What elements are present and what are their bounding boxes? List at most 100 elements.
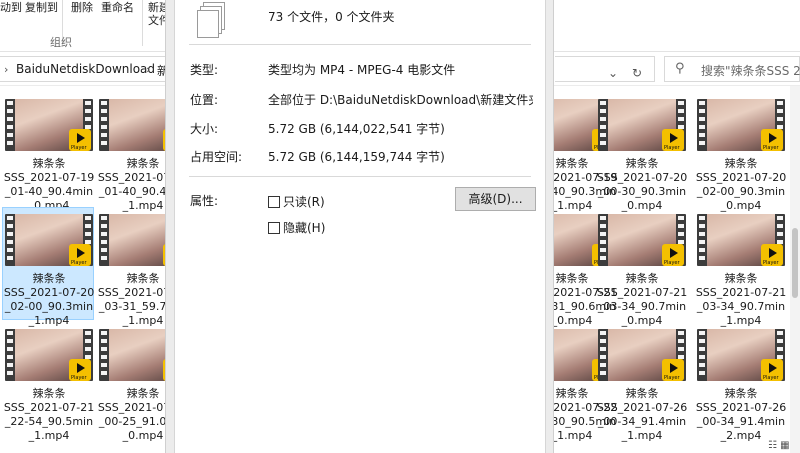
disk-size-label: 占用空间: (190, 150, 243, 164)
file-title: 辣条条 (555, 387, 589, 400)
player-icon (761, 359, 783, 381)
file-name: 辣条条 SSS_2021-07-21_03-34_90.7min_0.mp4 (596, 272, 688, 328)
video-thumbnail (697, 214, 785, 266)
ribbon-separator (142, 0, 143, 46)
vertical-scrollbar[interactable] (790, 86, 800, 453)
advanced-button[interactable]: 高级(D)... (455, 187, 536, 211)
file-item[interactable]: 辣条条SSS_2021-07-26_00-34_91.4min_2.mp4 (694, 322, 786, 442)
file-filename: SSS_2021-07-19_01-40_90.4min_0.mp4 (3, 171, 95, 212)
film-strip (699, 216, 705, 264)
file-title: 辣条条 (126, 272, 160, 285)
search-input[interactable]: ⚲ 搜索"辣条条SSS 2... (664, 56, 800, 82)
readonly-checkbox-label[interactable]: 只读(R) (283, 195, 325, 209)
player-icon (69, 244, 91, 266)
file-title: 辣条条 (625, 387, 659, 400)
divider (189, 176, 531, 177)
search-placeholder: 搜索"辣条条SSS 2... (701, 64, 800, 78)
hidden-checkbox[interactable]: 隐藏(H) (268, 219, 325, 236)
player-icon (662, 244, 684, 266)
film-strip (7, 216, 13, 264)
player-icon (761, 129, 783, 151)
file-title: 辣条条 (32, 272, 66, 285)
ribbon-group-label: 组织 (50, 36, 72, 49)
video-thumbnail (697, 99, 785, 151)
file-title: 辣条条 (625, 157, 659, 170)
rename-button[interactable]: 重命名 (101, 0, 134, 15)
file-filename: SSS_2021-07-20_02-00_90.3min_0.mp4 (695, 171, 787, 212)
file-name: 辣条条 SSS_2021-07-26_00-34_91.4min_2.mp4 (695, 387, 787, 443)
readonly-checkbox[interactable]: 只读(R) (268, 193, 325, 210)
file-name: 辣条条 SSS_2021-07-20_02-00_90.3min_1.mp4 (3, 272, 95, 328)
video-thumbnail (5, 329, 93, 381)
move-to-button[interactable]: 动到 (0, 0, 22, 15)
film-strip (101, 216, 107, 264)
file-title: 辣条条 (126, 157, 160, 170)
chevron-down-icon[interactable]: ⌄ (601, 61, 625, 85)
video-thumbnail (697, 329, 785, 381)
file-name: 辣条条 SSS_2021-07-20_02-00_90.3min_0.mp4 (695, 157, 787, 213)
search-icon: ⚲ (675, 61, 685, 76)
location-value: 全部位于 D:\BaiduNetdiskDownload\新建文件夹 (2)\辣 (268, 93, 533, 107)
file-title: 辣条条 (32, 387, 66, 400)
size-label: 大小: (190, 122, 219, 136)
size-value: 5.72 GB (6,144,022,541 字节) (268, 122, 445, 136)
file-name: 辣条条 SSS_2021-07-21_03-34_90.7min_1.mp4 (695, 272, 787, 328)
film-strip (101, 101, 107, 149)
chevron-right-icon[interactable]: › (146, 63, 150, 76)
film-strip (7, 101, 13, 149)
file-title: 辣条条 (724, 157, 758, 170)
file-filename: SSS_2021-07-20_00-30_90.3min_0.mp4 (596, 171, 688, 212)
player-icon (662, 129, 684, 151)
attributes-label: 属性: (190, 194, 219, 208)
file-item[interactable]: 辣条条SSS_2021-07-19_01-40_90.4min_0.mp4 (2, 92, 94, 212)
film-strip (600, 101, 606, 149)
file-filename: SSS_2021-07-26_00-34_91.4min_2.mp4 (695, 401, 787, 442)
chevron-right-icon[interactable]: › (4, 63, 8, 76)
video-thumbnail (598, 329, 686, 381)
divider (189, 44, 531, 45)
file-item[interactable]: 辣条条SSS_2021-07-21_22-54_90.5min_1.mp4 (2, 322, 94, 442)
film-strip (699, 101, 705, 149)
multiple-files-icon (195, 2, 225, 40)
file-name: 辣条条 SSS_2021-07-21_22-54_90.5min_1.mp4 (3, 387, 95, 443)
file-title: 辣条条 (724, 272, 758, 285)
file-item[interactable]: 辣条条SSS_2021-07-21_03-34_90.7min_0.mp4 (595, 207, 687, 327)
file-title: 辣条条 (625, 272, 659, 285)
selection-summary: 73 个文件，0 个文件夹 (268, 10, 395, 24)
file-name: 辣条条 SSS_2021-07-20_00-30_90.3min_0.mp4 (596, 157, 688, 213)
properties-dialog: 73 个文件，0 个文件夹 类型: 类型均为 MP4 - MPEG-4 电影文件… (174, 0, 546, 453)
file-item[interactable]: 辣条条SSS_2021-07-20_02-00_90.3min_0.mp4 (694, 92, 786, 212)
copy-to-button[interactable]: 复制到 (25, 0, 58, 15)
file-title: 辣条条 (32, 157, 66, 170)
type-label: 类型: (190, 63, 219, 77)
file-item[interactable]: 辣条条SSS_2021-07-21_03-34_90.7min_1.mp4 (694, 207, 786, 327)
file-filename: SSS_2021-07-21_22-54_90.5min_1.mp4 (3, 401, 95, 442)
file-item[interactable]: 辣条条SSS_2021-07-26_00-34_91.4min_1.mp4 (595, 322, 687, 442)
video-thumbnail (5, 214, 93, 266)
file-title: 辣条条 (555, 272, 589, 285)
video-thumbnail (598, 99, 686, 151)
refresh-icon[interactable]: ↻ (625, 61, 649, 85)
hidden-checkbox-label[interactable]: 隐藏(H) (283, 221, 325, 235)
address-bar-right: ⌄ ↻ (555, 56, 655, 82)
file-title: 辣条条 (126, 387, 160, 400)
file-name: 辣条条 SSS_2021-07-26_00-34_91.4min_1.mp4 (596, 387, 688, 443)
file-item[interactable]: 辣条条SSS_2021-07-20_02-00_90.3min_1.mp4 (2, 207, 94, 327)
film-strip (600, 216, 606, 264)
checkbox-box[interactable] (268, 222, 280, 234)
player-icon (761, 244, 783, 266)
video-thumbnail (5, 99, 93, 151)
disk-size-value: 5.72 GB (6,144,159,744 字节) (268, 150, 445, 164)
film-strip (101, 331, 107, 379)
type-value: 类型均为 MP4 - MPEG-4 电影文件 (268, 63, 456, 77)
breadcrumb-baidunetdiskdownload[interactable]: BaiduNetdiskDownload (16, 62, 155, 76)
checkbox-box[interactable] (268, 196, 280, 208)
file-name: 辣条条 SSS_2021-07-19_01-40_90.4min_0.mp4 (3, 157, 95, 213)
delete-button[interactable]: 删除 (71, 0, 93, 15)
scrollbar-thumb[interactable] (792, 228, 798, 298)
file-filename: SSS_2021-07-21_03-34_90.7min_1.mp4 (695, 286, 787, 327)
location-label: 位置: (190, 93, 219, 107)
file-item[interactable]: 辣条条SSS_2021-07-20_00-30_90.3min_0.mp4 (595, 92, 687, 212)
file-title: 辣条条 (555, 157, 589, 170)
view-mode-icon[interactable]: ☷ ▦ (768, 440, 790, 451)
